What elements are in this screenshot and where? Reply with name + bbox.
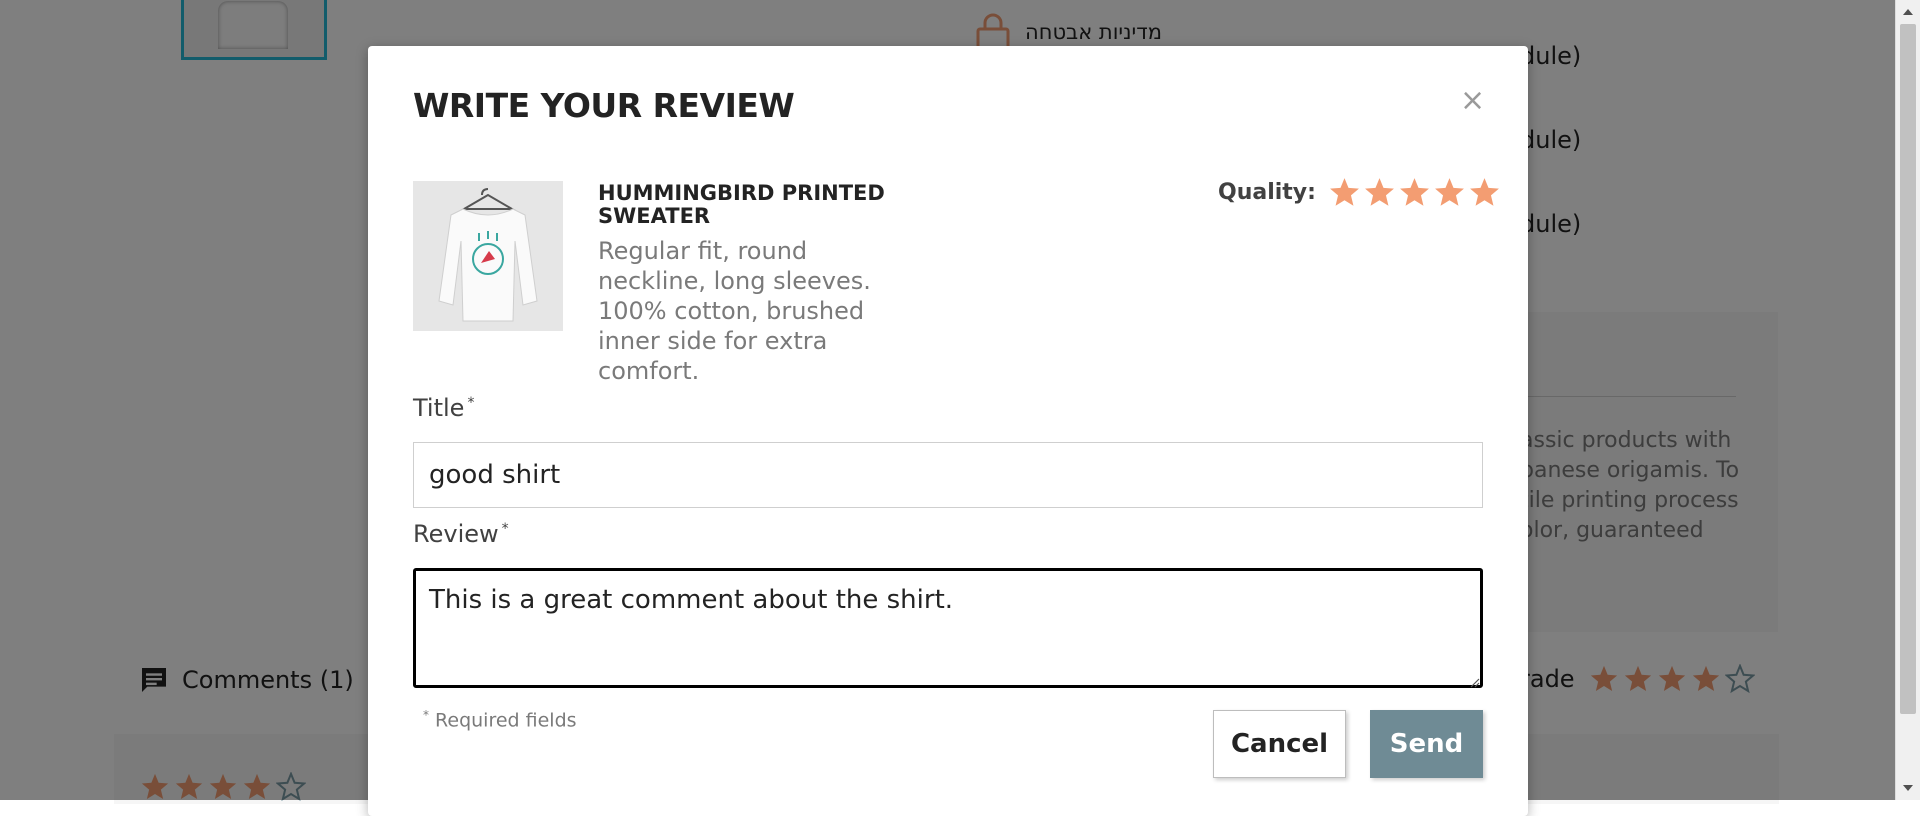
product-description: Regular fit, round neckline, long sleeve… [598,237,871,385]
review-modal: WRITE YOUR REVIEW × HUMMINGBIRD PRINTED … [368,46,1528,816]
page-scrollbar[interactable] [1895,0,1920,800]
product-name: HUMMINGBIRD PRINTED SWEATER [598,181,885,228]
close-icon[interactable]: × [1460,86,1485,116]
quality-stars[interactable] [1328,176,1501,209]
scrollbar-thumb[interactable] [1900,24,1916,714]
review-textarea[interactable]: This is a great comment about the shirt. [413,568,1483,688]
title-input[interactable] [413,442,1483,508]
review-label: Review * [413,520,509,548]
review-label-text: Review [413,520,499,548]
scroll-up-arrow-icon[interactable] [1896,2,1920,22]
star-filled-icon[interactable] [1468,176,1501,209]
star-filled-icon[interactable] [1398,176,1431,209]
scroll-down-arrow-icon[interactable] [1896,778,1920,798]
star-filled-icon[interactable] [1328,176,1361,209]
required-mark: * [501,521,509,537]
resize-handle-icon[interactable] [1468,673,1480,688]
required-mark: * [467,395,475,411]
cancel-button[interactable]: Cancel [1213,710,1346,778]
required-note-text: Required fields [435,709,577,732]
required-mark: * [423,708,429,722]
product-image [413,181,563,331]
send-button[interactable]: Send [1370,710,1483,778]
modal-title: WRITE YOUR REVIEW [413,86,795,125]
title-label: Title * [413,394,474,422]
quality-rating: Quality: [1218,176,1501,209]
title-label-text: Title [413,394,465,422]
quality-label: Quality: [1218,180,1316,205]
star-filled-icon[interactable] [1433,176,1466,209]
required-fields-note: * Required fields [420,708,577,731]
star-filled-icon[interactable] [1363,176,1396,209]
